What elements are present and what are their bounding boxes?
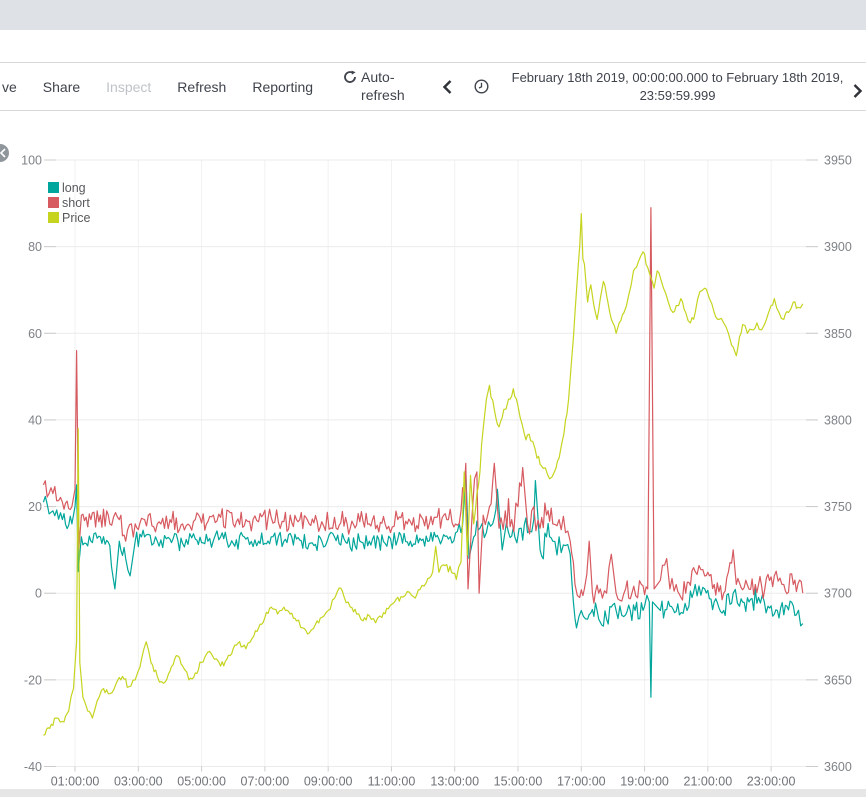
- y-left-tick-label: 100: [21, 154, 42, 168]
- auto-refresh-icon: [343, 70, 357, 87]
- panel-bottom-divider: [0, 789, 866, 797]
- series-Price: [43, 213, 804, 736]
- save-button[interactable]: ve: [2, 79, 17, 95]
- legend-item-Price[interactable]: Price: [48, 210, 90, 225]
- share-button[interactable]: Share: [43, 79, 80, 95]
- inspect-button: Inspect: [106, 78, 152, 95]
- y-right-tick-label: 3800: [824, 413, 852, 427]
- time-range-label[interactable]: February 18th 2019, 00:00:00.000 to Febr…: [489, 69, 866, 104]
- y-left-tick-label: -20: [24, 673, 42, 687]
- y-right-tick-label: 3650: [824, 673, 852, 687]
- time-back-button[interactable]: [443, 79, 452, 94]
- browser-toolbar: aws.found.io:9243/app/kibana#/visualize/…: [0, 30, 866, 90]
- legend-label: short: [62, 195, 90, 210]
- y-left-tick-label: 0: [35, 587, 42, 601]
- legend-label: long: [62, 180, 86, 195]
- y-left-tick-label: -40: [24, 760, 42, 774]
- y-right-tick-label: 3750: [824, 500, 852, 514]
- series-short: [42, 207, 804, 604]
- y-left-tick-label: 20: [28, 500, 42, 514]
- x-tick-label: 07:00:00: [241, 775, 290, 789]
- legend-swatch: [48, 182, 59, 193]
- legend-swatch: [48, 197, 59, 208]
- legend-swatch: [48, 212, 59, 223]
- kibana-menubar: ve Share Inspect Refresh Reporting Auto-…: [0, 62, 866, 111]
- auto-refresh-button[interactable]: Auto-refresh: [343, 69, 417, 104]
- legend-label: Price: [62, 210, 91, 225]
- time-forward-button[interactable]: [853, 84, 863, 103]
- chart-legend: long short Price: [48, 180, 90, 225]
- x-tick-label: 11:00:00: [368, 775, 416, 789]
- y-right-tick-label: 3600: [824, 760, 852, 774]
- x-tick-label: 13:00:00: [430, 775, 479, 789]
- x-tick-label: 09:00:00: [304, 775, 353, 789]
- x-tick-label: 15:00:00: [494, 775, 543, 789]
- browser-tab-strip: [0, 0, 866, 30]
- visualization-panel: 100 80 60 40 20 0 -20 -40 3950 3900 3850 3800 3750 37…: [0, 112, 866, 789]
- y-right-tick-label: 3850: [824, 327, 852, 341]
- legend-item-short[interactable]: short: [48, 195, 90, 210]
- y-right-tick-label: 3900: [824, 240, 852, 254]
- timeseries-chart[interactable]: 100 80 60 40 20 0 -20 -40 3950 3900 3850 3800 3750 37…: [0, 112, 866, 789]
- reporting-button[interactable]: Reporting: [252, 79, 313, 95]
- series-long: [42, 471, 804, 698]
- x-tick-label: 19:00:00: [620, 775, 669, 789]
- x-tick-label: 03:00:00: [114, 775, 163, 789]
- x-tick-label: 23:00:00: [747, 775, 796, 789]
- y-right-tick-label: 3950: [824, 154, 852, 168]
- auto-refresh-label: Auto-refresh: [361, 69, 405, 103]
- x-tick-label: 21:00:00: [684, 775, 733, 789]
- refresh-button[interactable]: Refresh: [177, 79, 226, 95]
- y-left-tick-label: 40: [28, 413, 42, 427]
- x-tick-label: 17:00:00: [557, 775, 606, 789]
- x-tick-label: 05:00:00: [177, 775, 226, 789]
- y-left-tick-label: 60: [28, 327, 42, 341]
- legend-item-long[interactable]: long: [48, 180, 90, 195]
- x-tick-label: 01:00:00: [51, 775, 100, 789]
- y-right-tick-label: 3700: [824, 587, 852, 601]
- y-left-tick-label: 80: [28, 240, 42, 254]
- time-picker-clock-icon[interactable]: [474, 79, 489, 94]
